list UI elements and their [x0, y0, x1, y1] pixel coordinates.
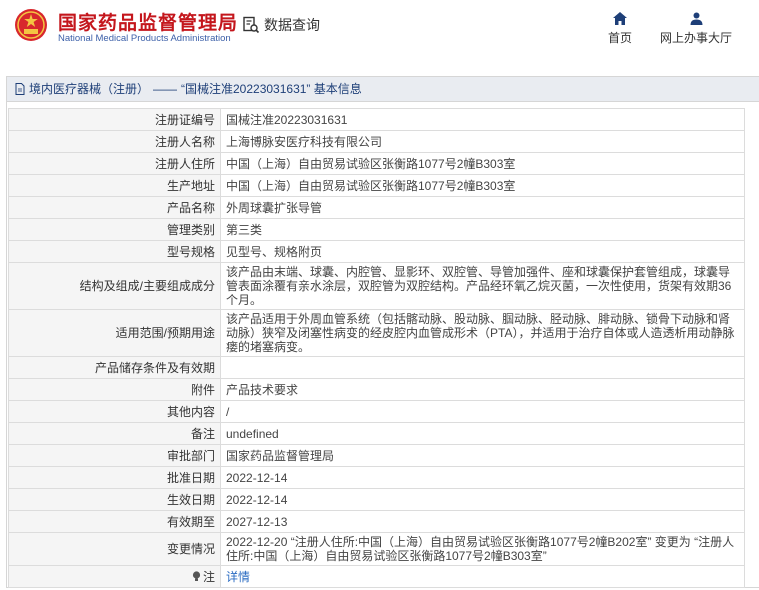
site-name-en: National Medical Products Administration: [58, 33, 231, 44]
national-emblem-icon: [15, 9, 47, 41]
field-label: 附件: [8, 378, 221, 401]
data-query-label: 数据查询: [264, 17, 320, 33]
field-label: 管理类别: [8, 218, 221, 241]
table-row: 批准日期 2022-12-14: [8, 466, 745, 489]
field-value: 2022-12-20 “注册人住所:中国（上海）自由贸易试验区张衡路1077号2…: [220, 532, 745, 566]
field-value: 2022-12-14: [220, 488, 745, 511]
field-value: 2027-12-13: [220, 510, 745, 533]
field-value: 见型号、规格附页: [220, 240, 745, 263]
table-row-note: 注详情: [8, 565, 745, 588]
user-icon: [690, 12, 702, 25]
table-row: 型号规格 见型号、规格附页: [8, 240, 745, 263]
site-name-cn[interactable]: 国家药品监督管理局: [58, 8, 238, 35]
breadcrumb-section[interactable]: 境内医疗器械（注册）: [29, 77, 149, 101]
field-value: 国家药品监督管理局: [220, 444, 745, 467]
nav-online-service[interactable]: 网上办事大厅: [655, 12, 737, 46]
table-row: 变更情况 2022-12-20 “注册人住所:中国（上海）自由贸易试验区张衡路10…: [8, 532, 745, 566]
nav-home-label: 首页: [607, 31, 632, 45]
breadcrumb-separator: ——: [153, 82, 178, 96]
field-label: 产品储存条件及有效期: [8, 356, 221, 379]
field-label: 适用范围/预期用途: [8, 309, 221, 357]
registration-info-table: 注册证编号 国械注准20223031631 注册人名称 上海博脉安医疗科技有限公司 注册…: [8, 108, 745, 588]
table-row: 结构及组成/主要组成成分 该产品由末端、球囊、内腔管、显影环、双腔管、导管加强件、…: [8, 262, 745, 310]
home-icon: [613, 12, 627, 25]
field-value: 中国（上海）自由贸易试验区张衡路1077号2幢B303室: [220, 174, 745, 197]
field-value: 该产品由末端、球囊、内腔管、显影环、双腔管、导管加强件、座和球囊保护套管组成，球…: [220, 262, 745, 310]
table-row: 生效日期 2022-12-14: [8, 488, 745, 511]
table-row: 生产地址 中国（上海）自由贸易试验区张衡路1077号2幢B303室: [8, 174, 745, 197]
field-label: 注册人名称: [8, 130, 221, 153]
table-row: 注册证编号 国械注准20223031631: [8, 108, 745, 131]
field-value: 中国（上海）自由贸易试验区张衡路1077号2幢B303室: [220, 152, 745, 175]
field-label: 生效日期: [8, 488, 221, 511]
note-label: 注: [202, 569, 215, 584]
data-query-link[interactable]: 数据查询: [242, 15, 320, 35]
field-value: 上海博脉安医疗科技有限公司: [220, 130, 745, 153]
breadcrumb: 境内医疗器械（注册） —— “国械注准20223031631” 基本信息: [7, 77, 759, 102]
field-label: 产品名称: [8, 196, 221, 219]
field-value: 国械注准20223031631: [220, 108, 745, 131]
lightbulb-icon: [192, 571, 201, 581]
field-label: 生产地址: [8, 174, 221, 197]
table-row: 适用范围/预期用途 该产品适用于外周血管系统（包括髂动脉、股动脉、腘动脉、胫动脉、…: [8, 309, 745, 357]
field-label: 注册人住所: [8, 152, 221, 175]
field-value: [220, 356, 745, 379]
table-row: 注册人住所 中国（上海）自由贸易试验区张衡路1077号2幢B303室: [8, 152, 745, 175]
field-label: 批准日期: [8, 466, 221, 489]
table-row: 附件 产品技术要求: [8, 378, 745, 401]
field-value: 该产品适用于外周血管系统（包括髂动脉、股动脉、腘动脉、胫动脉、腓动脉、锁骨下动脉…: [220, 309, 745, 357]
field-value-note: 详情: [220, 565, 745, 588]
table-row: 有效期至 2027-12-13: [8, 510, 745, 533]
field-value: undefined: [220, 422, 745, 445]
field-label: 注册证编号: [8, 108, 221, 131]
nav-service-label: 网上办事大厅: [659, 31, 732, 45]
field-label: 有效期至: [8, 510, 221, 533]
field-value: 产品技术要求: [220, 378, 745, 401]
table-row: 其他内容 /: [8, 400, 745, 423]
table-row: 备注 undefined: [8, 422, 745, 445]
details-link[interactable]: 详情: [226, 570, 250, 584]
field-value: /: [220, 400, 745, 423]
field-label: 结构及组成/主要组成成分: [8, 262, 221, 310]
field-value: 第三类: [220, 218, 745, 241]
field-label-note: 注: [8, 565, 221, 588]
field-label: 变更情况: [8, 532, 221, 566]
table-row: 管理类别 第三类: [8, 218, 745, 241]
breadcrumb-current: “国械注准20223031631” 基本信息: [181, 82, 362, 96]
field-label: 审批部门: [8, 444, 221, 467]
table-row: 产品储存条件及有效期: [8, 356, 745, 379]
field-value: 2022-12-14: [220, 466, 745, 489]
table-row: 产品名称 外周球囊扩张导管: [8, 196, 745, 219]
table-row: 注册人名称 上海博脉安医疗科技有限公司: [8, 130, 745, 153]
document-icon: [15, 83, 25, 95]
field-value: 外周球囊扩张导管: [220, 196, 745, 219]
table-row: 审批部门 国家药品监督管理局: [8, 444, 745, 467]
field-label: 其他内容: [8, 400, 221, 423]
document-search-icon: [243, 16, 260, 34]
field-label: 备注: [8, 422, 221, 445]
site-header: 国家药品监督管理局 National Medical Products Admi…: [0, 0, 759, 62]
nav-home[interactable]: 首页: [603, 12, 637, 46]
field-label: 型号规格: [8, 240, 221, 263]
